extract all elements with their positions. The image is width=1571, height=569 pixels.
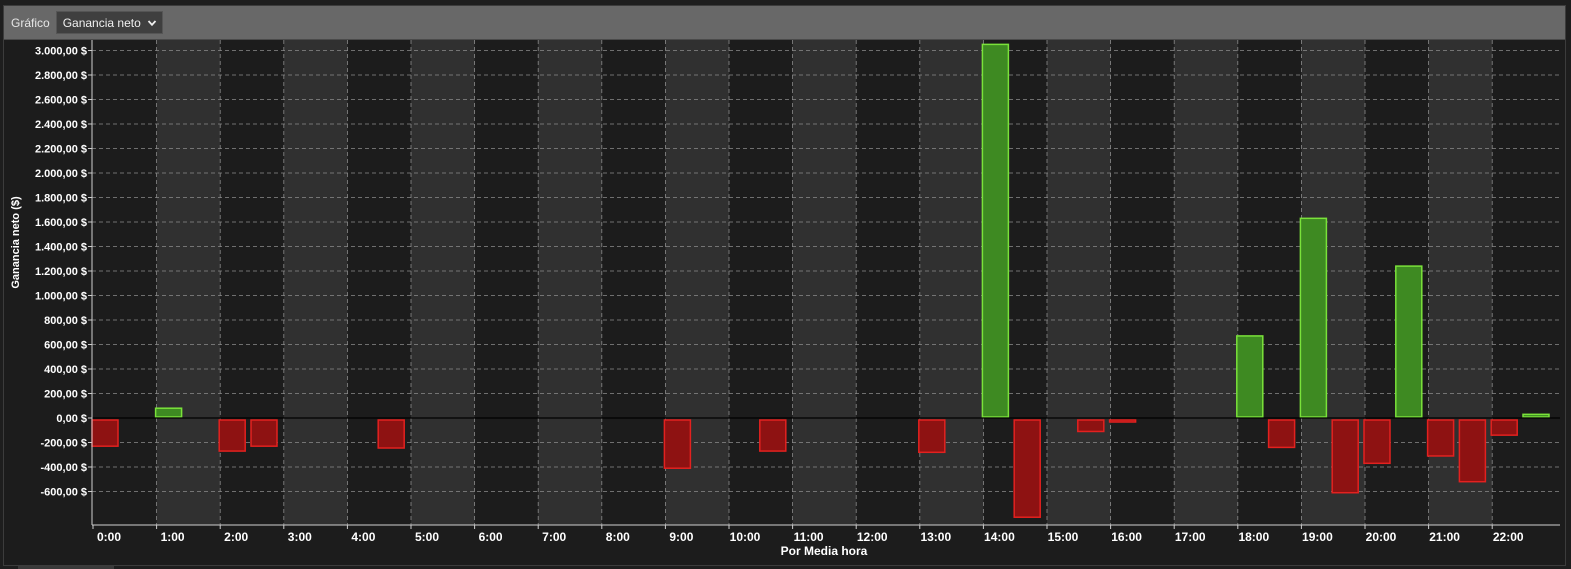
y-tick-label: -200,00 $	[41, 438, 87, 450]
bar-negative	[1267, 419, 1296, 449]
hour-band	[411, 40, 475, 525]
bar-negative	[1363, 419, 1391, 465]
y-tick-label: 0,00 $	[56, 413, 87, 425]
x-tick-label: 0:00	[97, 530, 121, 544]
hour-band	[283, 40, 348, 525]
x-tick-label: 22:00	[1493, 530, 1524, 544]
x-axis-title: Por Media hora	[781, 544, 868, 558]
x-tick-label: 17:00	[1175, 530, 1206, 544]
bar-positive	[981, 43, 1010, 418]
x-tick-label: 4:00	[351, 530, 375, 544]
x-tick-label: 19:00	[1302, 530, 1333, 544]
y-tick-label: 1.600,00 $	[35, 217, 87, 229]
x-tick-label: 1:00	[161, 530, 185, 544]
bar-negative	[1331, 419, 1359, 494]
bar-negative	[918, 419, 946, 454]
bar-negative	[91, 419, 119, 447]
hour-band	[156, 40, 221, 525]
y-tick-label: 1.800,00 $	[35, 193, 87, 205]
x-tick-label: 12:00	[857, 530, 888, 544]
bar-negative	[1458, 419, 1487, 483]
y-tick-labels: 3.000,00 $ 2.800,00 $ 2.600,00 $ 2.400,00 $…	[35, 46, 87, 499]
x-tick-label: 8:00	[606, 530, 630, 544]
y-tick-label: 1.400,00 $	[35, 242, 87, 254]
y-tick-label: 2.400,00 $	[35, 119, 87, 131]
y-tick-label: 2.800,00 $	[35, 70, 87, 82]
x-tick-label: 21:00	[1429, 530, 1460, 544]
bar-positive	[1236, 335, 1264, 418]
hour-band	[792, 40, 857, 525]
y-tick-label: 1.000,00 $	[35, 291, 87, 303]
x-tick-label: 18:00	[1238, 530, 1269, 544]
bar-positive	[1395, 265, 1423, 418]
x-tick-label: 14:00	[984, 530, 1015, 544]
x-tick-label: 2:00	[224, 530, 248, 544]
bar-negative	[1077, 419, 1105, 433]
y-tick-label: 3.000,00 $	[35, 46, 87, 58]
x-tick-label: 20:00	[1366, 530, 1397, 544]
y-tick-label: 600,00 $	[44, 340, 87, 352]
y-tick-label: 2.000,00 $	[35, 168, 87, 180]
y-tick-label: 400,00 $	[44, 364, 87, 376]
bar-negative	[250, 419, 278, 447]
x-tick-label: 9:00	[669, 530, 693, 544]
x-tick-label: 10:00	[730, 530, 761, 544]
hour-band	[1047, 40, 1111, 525]
x-tick-label: 16:00	[1111, 530, 1142, 544]
x-tick-label: 13:00	[920, 530, 951, 544]
bar-negative	[663, 419, 692, 469]
y-axis-title: Ganancia neto ($)	[10, 196, 22, 289]
x-tick-label: 11:00	[794, 530, 824, 544]
x-tick-label: 5:00	[415, 530, 439, 544]
chart-panel: Gráfico Ganancia neto 3.000,00 $2.800,00…	[3, 5, 1566, 566]
hour-band	[1174, 40, 1238, 525]
y-tick-label: 2.200,00 $	[35, 144, 87, 156]
bar-negative	[218, 419, 246, 452]
bar-positive	[154, 407, 183, 418]
y-tick-label: 800,00 $	[44, 315, 87, 327]
bar-negative	[1426, 419, 1455, 457]
bar-positive	[1522, 413, 1550, 418]
bar-negative	[1013, 419, 1041, 518]
x-tick-label: 15:00	[1048, 530, 1079, 544]
bar-negative	[1490, 419, 1518, 436]
x-tick-label: 3:00	[288, 530, 312, 544]
bar-negative	[377, 419, 405, 449]
y-tick-label: 2.600,00 $	[35, 95, 87, 107]
x-tick-labels: 0:00 1:00 2:00 3:00 4:00 5:00 6:00 7:00 8:00 9:00…	[97, 530, 1524, 544]
bar-negative	[1108, 419, 1137, 423]
bar-negative	[759, 419, 787, 452]
bar-positive	[1299, 217, 1328, 418]
x-tick-label: 6:00	[479, 530, 503, 544]
y-tick-label: -400,00 $	[41, 462, 87, 474]
y-tick-label: 1.200,00 $	[35, 266, 87, 278]
net-profit-bar-chart: 3.000,00 $ 2.800,00 $ 2.600,00 $ 2.400,00 $…	[10, 40, 1560, 558]
y-tick-label: -600,00 $	[41, 487, 87, 499]
y-tick-label: 200,00 $	[44, 389, 87, 401]
x-tick-label: 7:00	[542, 530, 566, 544]
hour-band	[538, 40, 602, 525]
